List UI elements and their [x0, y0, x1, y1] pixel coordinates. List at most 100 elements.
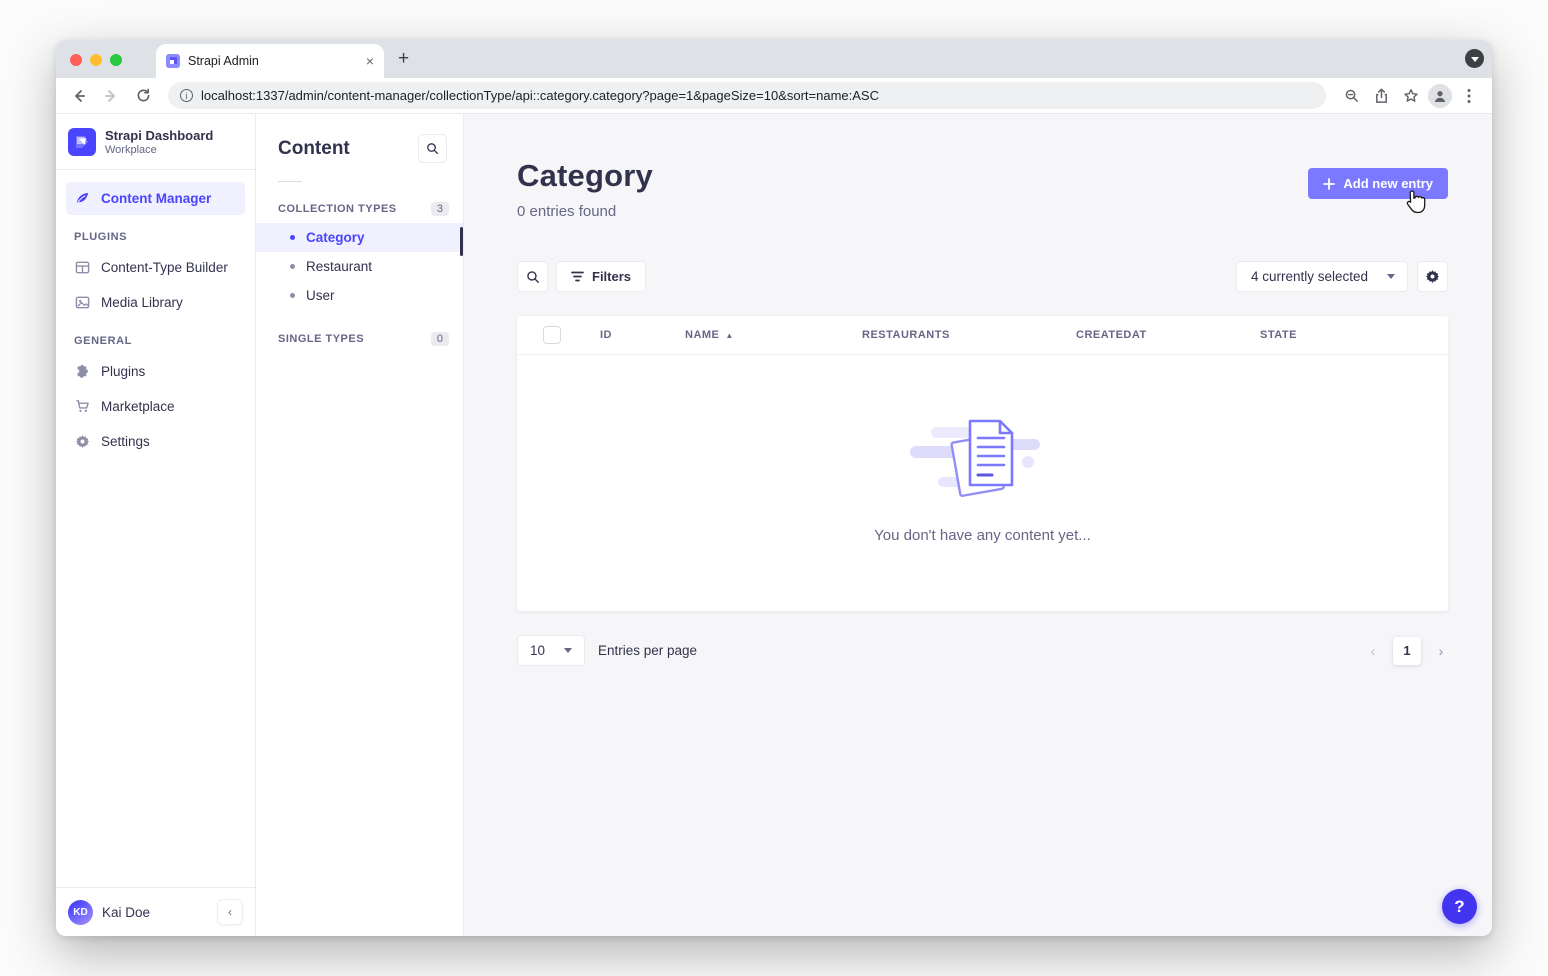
zoom-window-button[interactable]: [110, 54, 122, 66]
column-header-name[interactable]: NAME ▲: [685, 329, 862, 341]
subnav-item-restaurant[interactable]: Restaurant: [256, 252, 463, 281]
chevron-down-icon: [564, 648, 572, 653]
subnav-item-user[interactable]: User: [256, 281, 463, 310]
user-name: Kai Doe: [102, 905, 208, 920]
collection-types-title: COLLECTION TYPES: [278, 203, 397, 215]
main-content: Category 0 entries found Add new entry F…: [464, 114, 1492, 936]
address-bar[interactable]: i localhost:1337/admin/content-manager/c…: [168, 82, 1326, 109]
forward-button[interactable]: [98, 83, 124, 109]
sidebar-item-label: Plugins: [101, 364, 145, 379]
add-new-entry-button[interactable]: Add new entry: [1308, 168, 1448, 199]
pagination-bar: 10 Entries per page ‹ 1 ›: [517, 635, 1448, 666]
bookmark-star-icon[interactable]: [1398, 83, 1424, 109]
user-avatar[interactable]: KD: [68, 900, 93, 925]
page-heading: Category 0 entries found: [517, 158, 653, 220]
workspace-name: Workplace: [105, 144, 213, 156]
reload-button[interactable]: [130, 83, 156, 109]
cart-icon: [74, 398, 91, 415]
sidebar-nav: Content Manager PLUGINS Content-Type Bui…: [56, 170, 255, 472]
new-tab-button[interactable]: +: [384, 48, 423, 78]
page-number-button[interactable]: 1: [1393, 637, 1421, 665]
help-button[interactable]: ?: [1442, 889, 1477, 924]
collection-types-count-badge: 3: [431, 202, 449, 216]
pen-icon: [74, 190, 91, 207]
sidebar-item-label: Settings: [101, 434, 150, 449]
toolbar-right-icons: [1338, 83, 1482, 109]
filters-button[interactable]: Filters: [556, 261, 646, 292]
browser-toolbar: i localhost:1337/admin/content-manager/c…: [56, 78, 1492, 114]
page-size-select[interactable]: 10: [517, 635, 585, 666]
sidebar-item-marketplace[interactable]: Marketplace: [66, 390, 245, 423]
sidebar-item-plugins[interactable]: Plugins: [66, 355, 245, 388]
previous-page-button[interactable]: ‹: [1366, 643, 1380, 659]
collapse-sidebar-button[interactable]: ‹: [217, 899, 243, 925]
minimize-window-button[interactable]: [90, 54, 102, 66]
puzzle-icon: [74, 363, 91, 380]
strapi-logo: [68, 128, 96, 156]
tab-close-icon[interactable]: ×: [366, 54, 374, 68]
recording-indicator-icon[interactable]: [1465, 49, 1484, 68]
workspace-header[interactable]: Strapi Dashboard Workplace: [56, 114, 255, 169]
browser-window: Strapi Admin × + i localhost:1337/admin/…: [56, 40, 1492, 936]
bullet-icon: [290, 264, 295, 269]
entries-search-button[interactable]: [517, 261, 548, 292]
sidebar-item-label: Media Library: [101, 295, 183, 310]
strapi-app: Strapi Dashboard Workplace Content Manag…: [56, 114, 1492, 936]
empty-documents-icon: [908, 413, 1058, 501]
entries-count: 0 entries found: [517, 203, 653, 220]
column-header-restaurants[interactable]: RESTAURANTS: [862, 329, 1076, 341]
next-page-button[interactable]: ›: [1434, 643, 1448, 659]
subnav-item-category[interactable]: Category: [256, 223, 463, 252]
sidebar-item-media-library[interactable]: Media Library: [66, 286, 245, 319]
sort-asc-icon: ▲: [725, 331, 733, 340]
sidebar-footer: KD Kai Doe ‹: [56, 887, 255, 936]
column-header-state[interactable]: STATE: [1260, 329, 1448, 341]
main-sidebar: Strapi Dashboard Workplace Content Manag…: [56, 114, 256, 936]
layout-grid-icon: [74, 259, 91, 276]
gear-icon: [1425, 269, 1440, 284]
page-title: Category: [517, 158, 653, 194]
zoom-search-icon[interactable]: [1338, 83, 1364, 109]
subnav-search-button[interactable]: [418, 134, 447, 163]
single-types-header: SINGLE TYPES 0: [256, 326, 463, 353]
tab-title: Strapi Admin: [188, 54, 358, 68]
sidebar-item-label: Content-Type Builder: [101, 260, 228, 275]
close-window-button[interactable]: [70, 54, 82, 66]
subnav-scrollbar-thumb[interactable]: [460, 227, 463, 256]
gear-icon: [74, 433, 91, 450]
sidebar-item-content-type-builder[interactable]: Content-Type Builder: [66, 251, 245, 284]
fields-selected-value: 4 currently selected: [1251, 269, 1368, 284]
column-header-id[interactable]: ID: [600, 329, 685, 341]
workspace-titles: Strapi Dashboard Workplace: [105, 128, 213, 156]
url-text: localhost:1337/admin/content-manager/col…: [201, 88, 879, 103]
plus-icon: [1323, 178, 1335, 190]
strapi-favicon: [166, 54, 180, 68]
entries-per-page-label: Entries per page: [598, 643, 697, 658]
app-name: Strapi Dashboard: [105, 128, 213, 144]
browser-tab-strapi-admin[interactable]: Strapi Admin ×: [156, 44, 384, 78]
bullet-icon: [290, 293, 295, 298]
chevron-down-icon: [1387, 274, 1395, 279]
sidebar-section-plugins: PLUGINS: [66, 217, 245, 251]
subnav-item-label: Category: [306, 230, 365, 245]
share-icon[interactable]: [1368, 83, 1394, 109]
browser-tabstrip: Strapi Admin × +: [56, 40, 1492, 78]
browser-menu-icon[interactable]: [1456, 83, 1482, 109]
empty-state-text: You don't have any content yet...: [874, 527, 1091, 544]
content-subnav: Content COLLECTION TYPES 3 Category Rest…: [256, 114, 464, 936]
bullet-icon: [290, 235, 295, 240]
entries-table: ID NAME ▲ RESTAURANTS CREATEDAT STATE: [517, 316, 1448, 611]
sidebar-section-general: GENERAL: [66, 321, 245, 355]
site-info-icon[interactable]: i: [180, 89, 193, 102]
back-button[interactable]: [66, 83, 92, 109]
page-size-value: 10: [530, 643, 545, 658]
browser-profile-avatar[interactable]: [1428, 84, 1452, 108]
subnav-item-label: User: [306, 288, 335, 303]
sidebar-item-settings[interactable]: Settings: [66, 425, 245, 458]
select-all-checkbox[interactable]: [543, 326, 561, 344]
table-settings-button[interactable]: [1417, 261, 1448, 292]
fields-selected-dropdown[interactable]: 4 currently selected: [1236, 261, 1408, 292]
sidebar-item-content-manager[interactable]: Content Manager: [66, 182, 245, 215]
single-types-title: SINGLE TYPES: [278, 333, 364, 345]
column-header-createdat[interactable]: CREATEDAT: [1076, 329, 1260, 341]
